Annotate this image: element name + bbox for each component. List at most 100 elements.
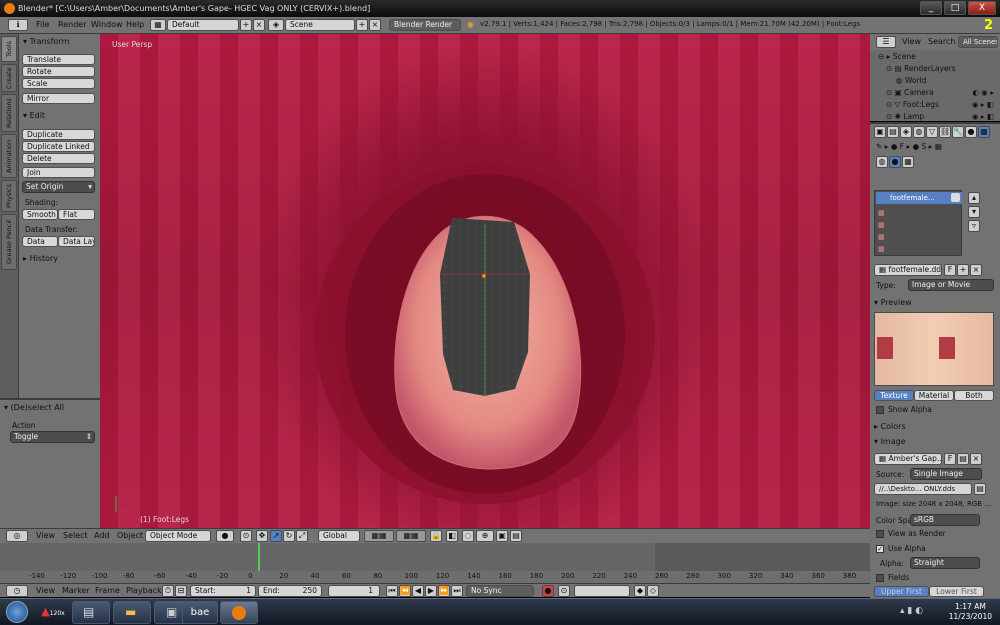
- outliner-item-world[interactable]: ◍ World: [870, 75, 1000, 87]
- duplicate-button[interactable]: Duplicate: [22, 129, 95, 140]
- scene-remove-icon[interactable]: ×: [369, 19, 381, 31]
- scale-button[interactable]: Scale: [22, 78, 95, 89]
- snap-element-icon[interactable]: ▣: [496, 530, 508, 542]
- outliner-item-renderlayers[interactable]: ⊙ ▤ RenderLayers: [870, 63, 1000, 75]
- preview-both-tab[interactable]: Both: [954, 390, 994, 401]
- texture-tab-icon[interactable]: ▦: [978, 126, 990, 138]
- smooth-button[interactable]: Smooth: [22, 209, 58, 220]
- outliner-item-scene[interactable]: ⊖ ▸ Scene: [870, 51, 1000, 63]
- layout-icon[interactable]: ▦: [150, 19, 166, 31]
- scene-icon[interactable]: ◈: [268, 19, 284, 31]
- slot-specials-icon[interactable]: ▿: [968, 220, 980, 232]
- editor-type-icon[interactable]: ☰: [876, 36, 896, 48]
- color-space-dropdown[interactable]: sRGB: [910, 514, 980, 526]
- world-texture-icon[interactable]: ◍: [876, 156, 888, 168]
- editor-type-icon[interactable]: ◷: [6, 585, 28, 597]
- menu-object[interactable]: Object: [117, 531, 143, 540]
- flat-button[interactable]: Flat: [58, 209, 95, 220]
- rotate-manipulator-icon[interactable]: ↻: [283, 530, 295, 542]
- texture-slot-active[interactable]: footfemale...: [876, 192, 962, 204]
- orientation-select[interactable]: Global: [318, 530, 360, 542]
- colors-panel-header[interactable]: ▸ Colors: [874, 422, 906, 431]
- render-tab-icon[interactable]: ▣: [874, 126, 886, 138]
- tab-create[interactable]: Create: [1, 64, 17, 92]
- slot-move-up-icon[interactable]: ▴: [968, 192, 980, 204]
- use-alpha-checkbox[interactable]: ✓ Use Alpha: [876, 544, 926, 553]
- menu-marker[interactable]: Marker: [62, 586, 90, 595]
- 3d-viewport[interactable]: User Persp (1) Foot:Legs: [100, 34, 870, 528]
- end-frame-field[interactable]: End: 250: [258, 585, 322, 597]
- outliner-menu-search[interactable]: Search: [928, 37, 955, 46]
- data-layout-button[interactable]: Data Layo: [58, 236, 95, 247]
- minimize-button[interactable]: _: [920, 1, 942, 15]
- preview-material-tab[interactable]: Material: [914, 390, 954, 401]
- jump-end-icon[interactable]: ⏭: [451, 585, 463, 597]
- taskbar-explorer[interactable]: ▬: [113, 601, 151, 624]
- lock-range-icon[interactable]: ⊟: [175, 585, 187, 597]
- unlink-image-icon[interactable]: ×: [970, 453, 982, 465]
- scene-select[interactable]: Scene: [285, 19, 355, 31]
- object-tab-icon[interactable]: ▽: [926, 126, 938, 138]
- tab-grease-pencil[interactable]: Grease Pencil: [1, 214, 17, 270]
- play-reverse-icon[interactable]: ◀: [412, 585, 424, 597]
- manipulator-icon[interactable]: ✥: [256, 530, 268, 542]
- action-dropdown[interactable]: Toggle ⇕: [10, 431, 95, 443]
- edit-panel-header[interactable]: ▾ Edit: [23, 111, 45, 120]
- material-texture-icon[interactable]: ●: [889, 156, 901, 168]
- current-frame-line[interactable]: [258, 543, 260, 571]
- menu-select[interactable]: Select: [63, 531, 88, 540]
- menu-view[interactable]: View: [36, 531, 55, 540]
- delete-key-icon[interactable]: ◇: [647, 585, 659, 597]
- next-key-icon[interactable]: ⏩: [438, 585, 450, 597]
- mode-select[interactable]: Object Mode: [145, 530, 211, 542]
- rotate-button[interactable]: Rotate: [22, 66, 95, 77]
- editor-type-icon[interactable]: ℹ: [8, 19, 28, 31]
- slot-move-down-icon[interactable]: ▾: [968, 206, 980, 218]
- taskbar-bae[interactable]: bae: [182, 601, 218, 624]
- upper-first-button[interactable]: Upper First: [874, 586, 929, 597]
- show-alpha-checkbox[interactable]: Show Alpha: [876, 405, 932, 414]
- unlink-texture-icon[interactable]: ×: [970, 264, 982, 276]
- menu-render[interactable]: Render: [58, 20, 86, 29]
- visibility-icons[interactable]: ◐ ◉ ▸: [972, 87, 994, 99]
- scale-manipulator-icon[interactable]: ⤢: [296, 530, 308, 542]
- proportional-edit-icon[interactable]: ◌: [462, 530, 474, 542]
- menu-playback[interactable]: Playback: [126, 586, 162, 595]
- fake-user-button[interactable]: F: [944, 264, 956, 276]
- menu-window[interactable]: Window: [91, 20, 123, 29]
- delete-button[interactable]: Delete: [22, 153, 95, 164]
- preview-panel-header[interactable]: ▾ Preview: [874, 298, 912, 307]
- outliner-display-mode[interactable]: All Scenes: [958, 36, 998, 48]
- texture-datablock[interactable]: ▦ footfemale.dds: [874, 264, 942, 276]
- menu-file[interactable]: File: [36, 20, 49, 29]
- taskbar-blender[interactable]: [220, 601, 258, 624]
- mirror-button[interactable]: Mirror: [22, 93, 95, 104]
- layout-select[interactable]: Default: [167, 19, 239, 31]
- translate-manipulator-icon[interactable]: ↗: [270, 530, 282, 542]
- taskbar-app-2[interactable]: ▤: [72, 601, 110, 624]
- new-texture-icon[interactable]: +: [957, 264, 969, 276]
- keying-set-field[interactable]: [574, 585, 630, 597]
- layout-remove-icon[interactable]: ×: [253, 19, 265, 31]
- play-icon[interactable]: ▶: [425, 585, 437, 597]
- texture-slot-list[interactable]: footfemale... ▦ ▦ ▦ ▦: [874, 190, 962, 256]
- constraints-tab-icon[interactable]: ⛓: [939, 126, 951, 138]
- tab-relations[interactable]: Relations: [1, 94, 17, 132]
- layers-grid-icon[interactable]: ▦▦: [364, 530, 394, 542]
- operator-panel-header[interactable]: ▾ (De)select All: [4, 403, 64, 412]
- source-dropdown[interactable]: Single Image: [910, 468, 982, 480]
- layers-grid-icon-2[interactable]: ▦▦: [396, 530, 426, 542]
- outliner-menu-view[interactable]: View: [902, 37, 921, 46]
- tab-physics[interactable]: Physics: [1, 180, 17, 212]
- scene-tab-icon[interactable]: ◈: [900, 126, 912, 138]
- prev-key-icon[interactable]: ⏪: [399, 585, 411, 597]
- outliner-item-camera[interactable]: ⊙ ▣ Camera ◐ ◉ ▸: [870, 87, 1000, 99]
- snap-icon[interactable]: ⊕: [476, 530, 494, 542]
- pivot-icon[interactable]: ⊙: [240, 530, 252, 542]
- image-filepath-field[interactable]: //..\Deskto... ONLY.dds: [874, 483, 972, 495]
- modifiers-tab-icon[interactable]: 🔧: [952, 126, 964, 138]
- outliner-item-foot-legs[interactable]: ⊙ ▽ Foot:Legs ◉ ▸ ◧: [870, 99, 1000, 111]
- render-engine-select[interactable]: Blender Render: [389, 19, 461, 31]
- editor-type-icon[interactable]: ◎: [6, 530, 28, 542]
- tab-tools[interactable]: Tools: [1, 36, 17, 62]
